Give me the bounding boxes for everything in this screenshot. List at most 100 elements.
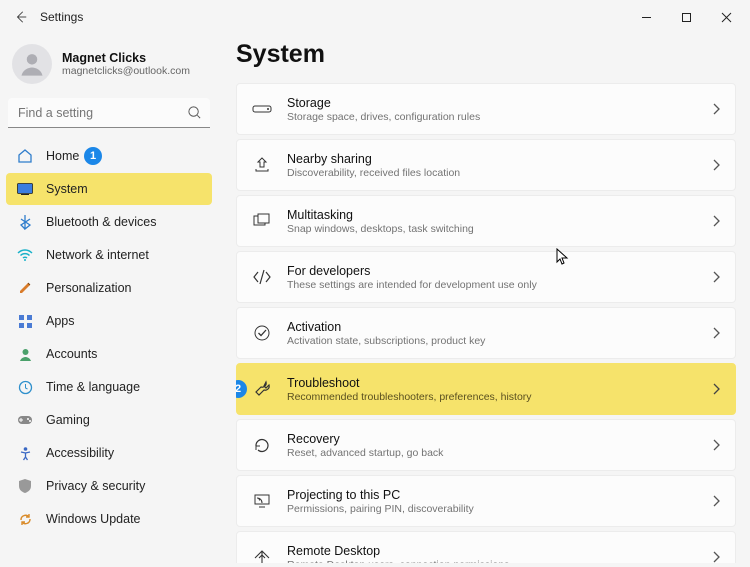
card-title: Remote Desktop: [287, 544, 697, 558]
sidebar-item-time[interactable]: Time & language: [6, 371, 212, 403]
storage-icon: [252, 104, 272, 114]
sidebar-nav: Home 1 System Bluetooth & devices Networ…: [6, 140, 212, 535]
wrench-icon: [253, 380, 271, 398]
profile-block[interactable]: Magnet Clicks magnetclicks@outlook.com: [6, 38, 212, 94]
projecting-icon: [253, 493, 271, 509]
sidebar-item-accessibility[interactable]: Accessibility: [6, 437, 212, 469]
sidebar-item-bluetooth[interactable]: Bluetooth & devices: [6, 206, 212, 238]
card-activation[interactable]: ActivationActivation state, subscription…: [236, 307, 736, 359]
sidebar-item-label: System: [46, 182, 88, 196]
chevron-right-icon: [711, 439, 721, 451]
card-subtitle: Remote Desktop users, connection permiss…: [287, 559, 697, 564]
chevron-right-icon: [711, 383, 721, 395]
sidebar-item-label: Personalization: [46, 281, 131, 295]
card-troubleshoot[interactable]: 2 TroubleshootRecommended troubleshooter…: [236, 363, 736, 415]
chevron-right-icon: [711, 103, 721, 115]
card-subtitle: Activation state, subscriptions, product…: [287, 335, 697, 347]
sidebar-item-personalization[interactable]: Personalization: [6, 272, 212, 304]
sidebar-item-gaming[interactable]: Gaming: [6, 404, 212, 436]
wifi-icon: [17, 248, 33, 262]
card-title: Troubleshoot: [287, 376, 697, 390]
sidebar-item-label: Accessibility: [46, 446, 114, 460]
sidebar-item-label: Apps: [46, 314, 75, 328]
card-storage[interactable]: StorageStorage space, drives, configurat…: [236, 83, 736, 135]
sidebar-item-accounts[interactable]: Accounts: [6, 338, 212, 370]
sidebar-item-system[interactable]: System: [6, 173, 212, 205]
step-badge-1: 1: [84, 147, 102, 165]
home-icon: [17, 148, 33, 164]
card-title: Activation: [287, 320, 697, 334]
close-icon: [721, 12, 732, 23]
card-nearby-sharing[interactable]: Nearby sharingDiscoverability, received …: [236, 139, 736, 191]
sidebar: Magnet Clicks magnetclicks@outlook.com H…: [0, 34, 218, 567]
sidebar-item-label: Home: [46, 149, 79, 163]
sidebar-item-apps[interactable]: Apps: [6, 305, 212, 337]
maximize-button[interactable]: [666, 2, 706, 32]
minimize-icon: [641, 12, 652, 23]
accessibility-icon: [18, 446, 33, 461]
developer-icon: [253, 268, 271, 286]
sidebar-item-label: Windows Update: [46, 512, 141, 526]
gaming-icon: [17, 414, 33, 426]
update-icon: [18, 512, 33, 527]
maximize-icon: [681, 12, 692, 23]
apps-icon: [18, 314, 33, 329]
main-panel: System StorageStorage space, drives, con…: [218, 34, 750, 567]
card-title: Projecting to this PC: [287, 488, 697, 502]
card-subtitle: Recommended troubleshooters, preferences…: [287, 391, 697, 403]
page-title: System: [236, 40, 742, 69]
accounts-icon: [18, 347, 33, 362]
share-icon: [253, 156, 271, 174]
search-input[interactable]: [8, 98, 210, 128]
sidebar-item-label: Accounts: [46, 347, 97, 361]
chevron-right-icon: [711, 159, 721, 171]
profile-name: Magnet Clicks: [62, 51, 190, 65]
sidebar-item-home[interactable]: Home 1: [6, 140, 212, 172]
search-field[interactable]: [8, 98, 210, 128]
profile-email: magnetclicks@outlook.com: [62, 65, 190, 77]
card-title: Nearby sharing: [287, 152, 697, 166]
card-subtitle: Discoverability, received files location: [287, 167, 697, 179]
multitask-icon: [253, 213, 271, 229]
sidebar-item-network[interactable]: Network & internet: [6, 239, 212, 271]
card-title: Storage: [287, 96, 697, 110]
brush-icon: [17, 280, 33, 296]
back-button[interactable]: [4, 0, 38, 34]
remote-icon: [253, 549, 271, 563]
sidebar-item-update[interactable]: Windows Update: [6, 503, 212, 535]
step-badge-2: 2: [236, 380, 247, 398]
card-title: Multitasking: [287, 208, 697, 222]
minimize-button[interactable]: [626, 2, 666, 32]
search-icon: [187, 105, 202, 120]
sidebar-item-label: Bluetooth & devices: [46, 215, 157, 229]
card-title: Recovery: [287, 432, 697, 446]
card-projecting[interactable]: Projecting to this PCPermissions, pairin…: [236, 475, 736, 527]
sidebar-item-label: Time & language: [46, 380, 140, 394]
chevron-right-icon: [711, 551, 721, 563]
settings-list[interactable]: StorageStorage space, drives, configurat…: [236, 83, 742, 563]
check-circle-icon: [253, 324, 271, 342]
card-remote-desktop[interactable]: Remote DesktopRemote Desktop users, conn…: [236, 531, 736, 563]
chevron-right-icon: [711, 327, 721, 339]
chevron-right-icon: [711, 215, 721, 227]
arrow-left-icon: [14, 10, 28, 24]
sidebar-item-label: Network & internet: [46, 248, 149, 262]
avatar: [12, 44, 52, 84]
card-subtitle: Snap windows, desktops, task switching: [287, 223, 697, 235]
clock-globe-icon: [18, 380, 33, 395]
bluetooth-icon: [18, 214, 32, 230]
sidebar-item-label: Privacy & security: [46, 479, 145, 493]
shield-icon: [18, 478, 32, 494]
card-multitasking[interactable]: MultitaskingSnap windows, desktops, task…: [236, 195, 736, 247]
card-subtitle: Reset, advanced startup, go back: [287, 447, 697, 459]
card-subtitle: Storage space, drives, configuration rul…: [287, 111, 697, 123]
sidebar-item-privacy[interactable]: Privacy & security: [6, 470, 212, 502]
card-recovery[interactable]: RecoveryReset, advanced startup, go back: [236, 419, 736, 471]
card-for-developers[interactable]: For developersThese settings are intende…: [236, 251, 736, 303]
titlebar: Settings: [0, 0, 750, 34]
card-subtitle: These settings are intended for developm…: [287, 279, 697, 291]
close-button[interactable]: [706, 2, 746, 32]
sidebar-item-label: Gaming: [46, 413, 90, 427]
chevron-right-icon: [711, 495, 721, 507]
system-icon: [17, 183, 33, 195]
